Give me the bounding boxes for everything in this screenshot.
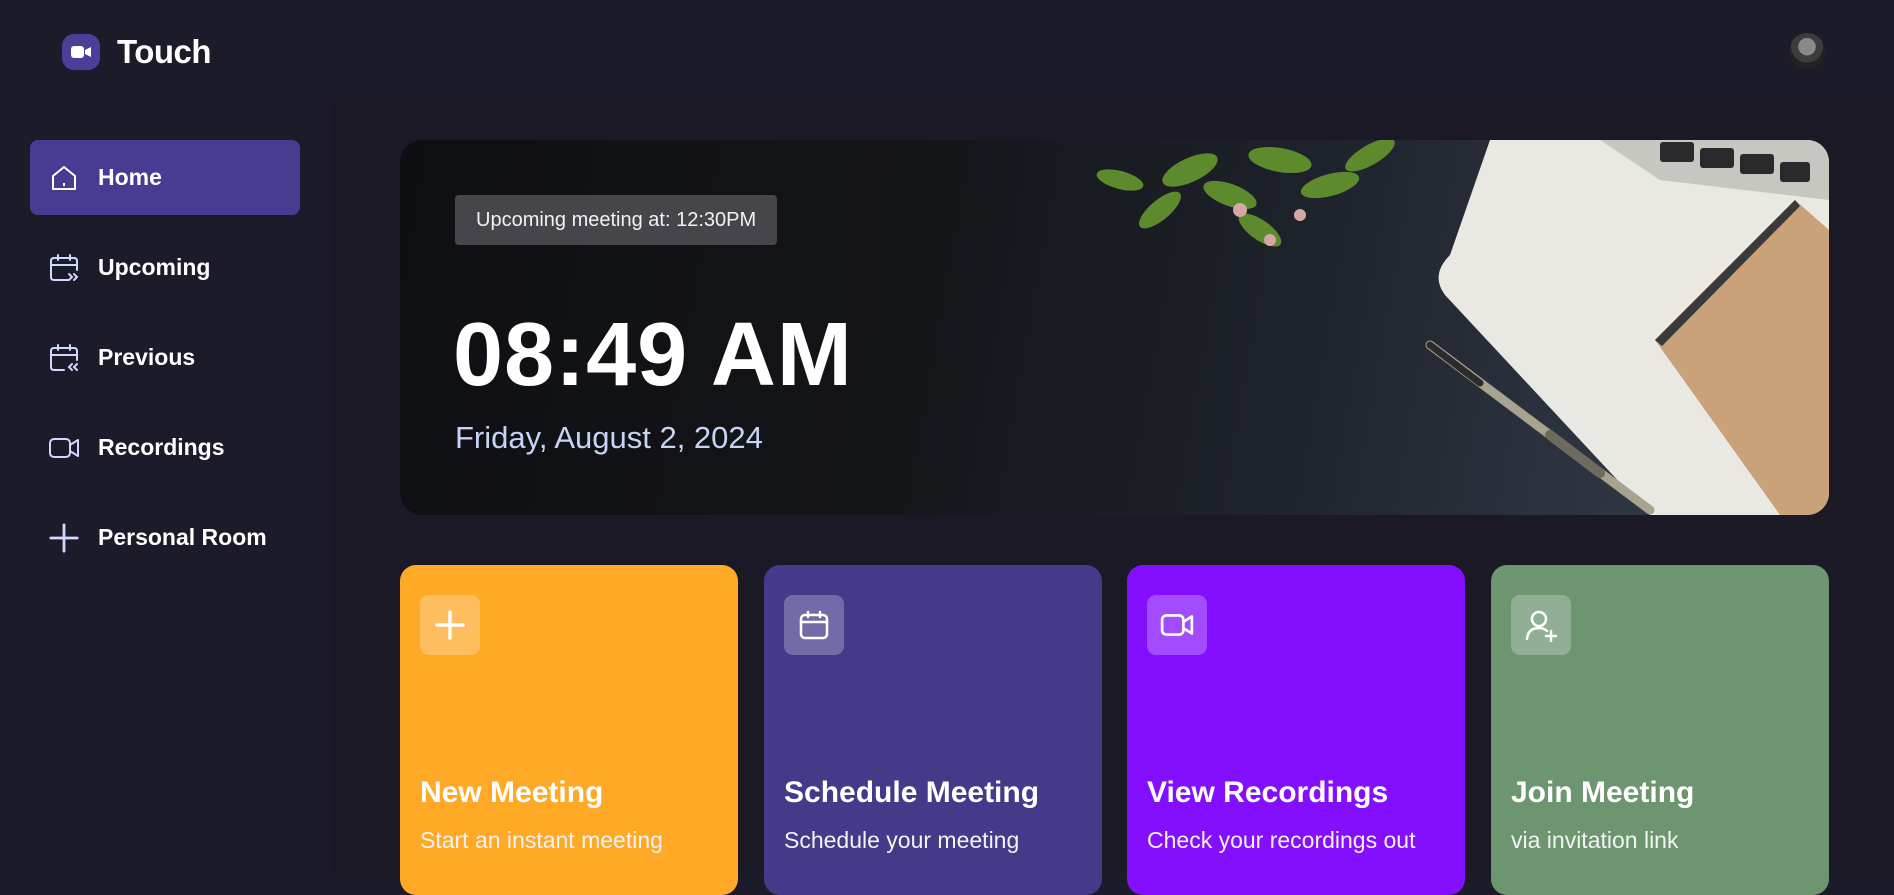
app-name: Touch [117, 33, 212, 70]
sidebar-item-upcoming[interactable]: Upcoming [30, 230, 300, 305]
sidebar-item-label: Home [98, 164, 162, 190]
video-icon [1147, 595, 1207, 655]
sidebar-item-label: Personal Room [98, 524, 267, 550]
sidebar-item-personal-room[interactable]: Personal Room [30, 500, 300, 575]
video-icon [48, 432, 80, 464]
plus-icon [420, 595, 480, 655]
user-avatar[interactable] [1789, 33, 1825, 69]
card-subtitle: Schedule your meeting [784, 827, 1020, 853]
user-add-icon [1511, 595, 1571, 655]
sidebar-item-recordings[interactable]: Recordings [30, 410, 300, 485]
top-bar: Touch [0, 0, 1894, 102]
card-subtitle: via invitation link [1511, 827, 1679, 853]
card-title: Schedule Meeting [784, 776, 1040, 809]
sidebar-item-previous[interactable]: Previous [30, 320, 300, 395]
sidebar [0, 102, 330, 873]
current-date: Friday, August 2, 2024 [455, 420, 763, 455]
card-title: Join Meeting [1511, 776, 1695, 809]
sidebar-item-label: Upcoming [98, 254, 211, 280]
video-camera-icon [62, 34, 100, 70]
sidebar-item-label: Previous [98, 344, 196, 370]
current-time: 08:49 AM [453, 305, 853, 405]
card-subtitle: Start an instant meeting [420, 827, 663, 853]
home-icon [48, 162, 80, 194]
sidebar-item-label: Recordings [98, 434, 225, 460]
plus-icon [48, 522, 80, 554]
calendar-upcoming-icon [48, 252, 80, 284]
upcoming-meeting-badge: Upcoming meeting at: 12:30PM [455, 195, 778, 245]
card-title: View Recordings [1147, 776, 1389, 809]
calendar-previous-icon [48, 342, 80, 374]
card-title: New Meeting [420, 776, 604, 809]
sidebar-item-home[interactable]: Home [30, 140, 300, 215]
card-subtitle: Check your recordings out [1147, 827, 1416, 853]
app-logo[interactable]: Touch [62, 33, 212, 71]
calendar-icon [784, 595, 844, 655]
